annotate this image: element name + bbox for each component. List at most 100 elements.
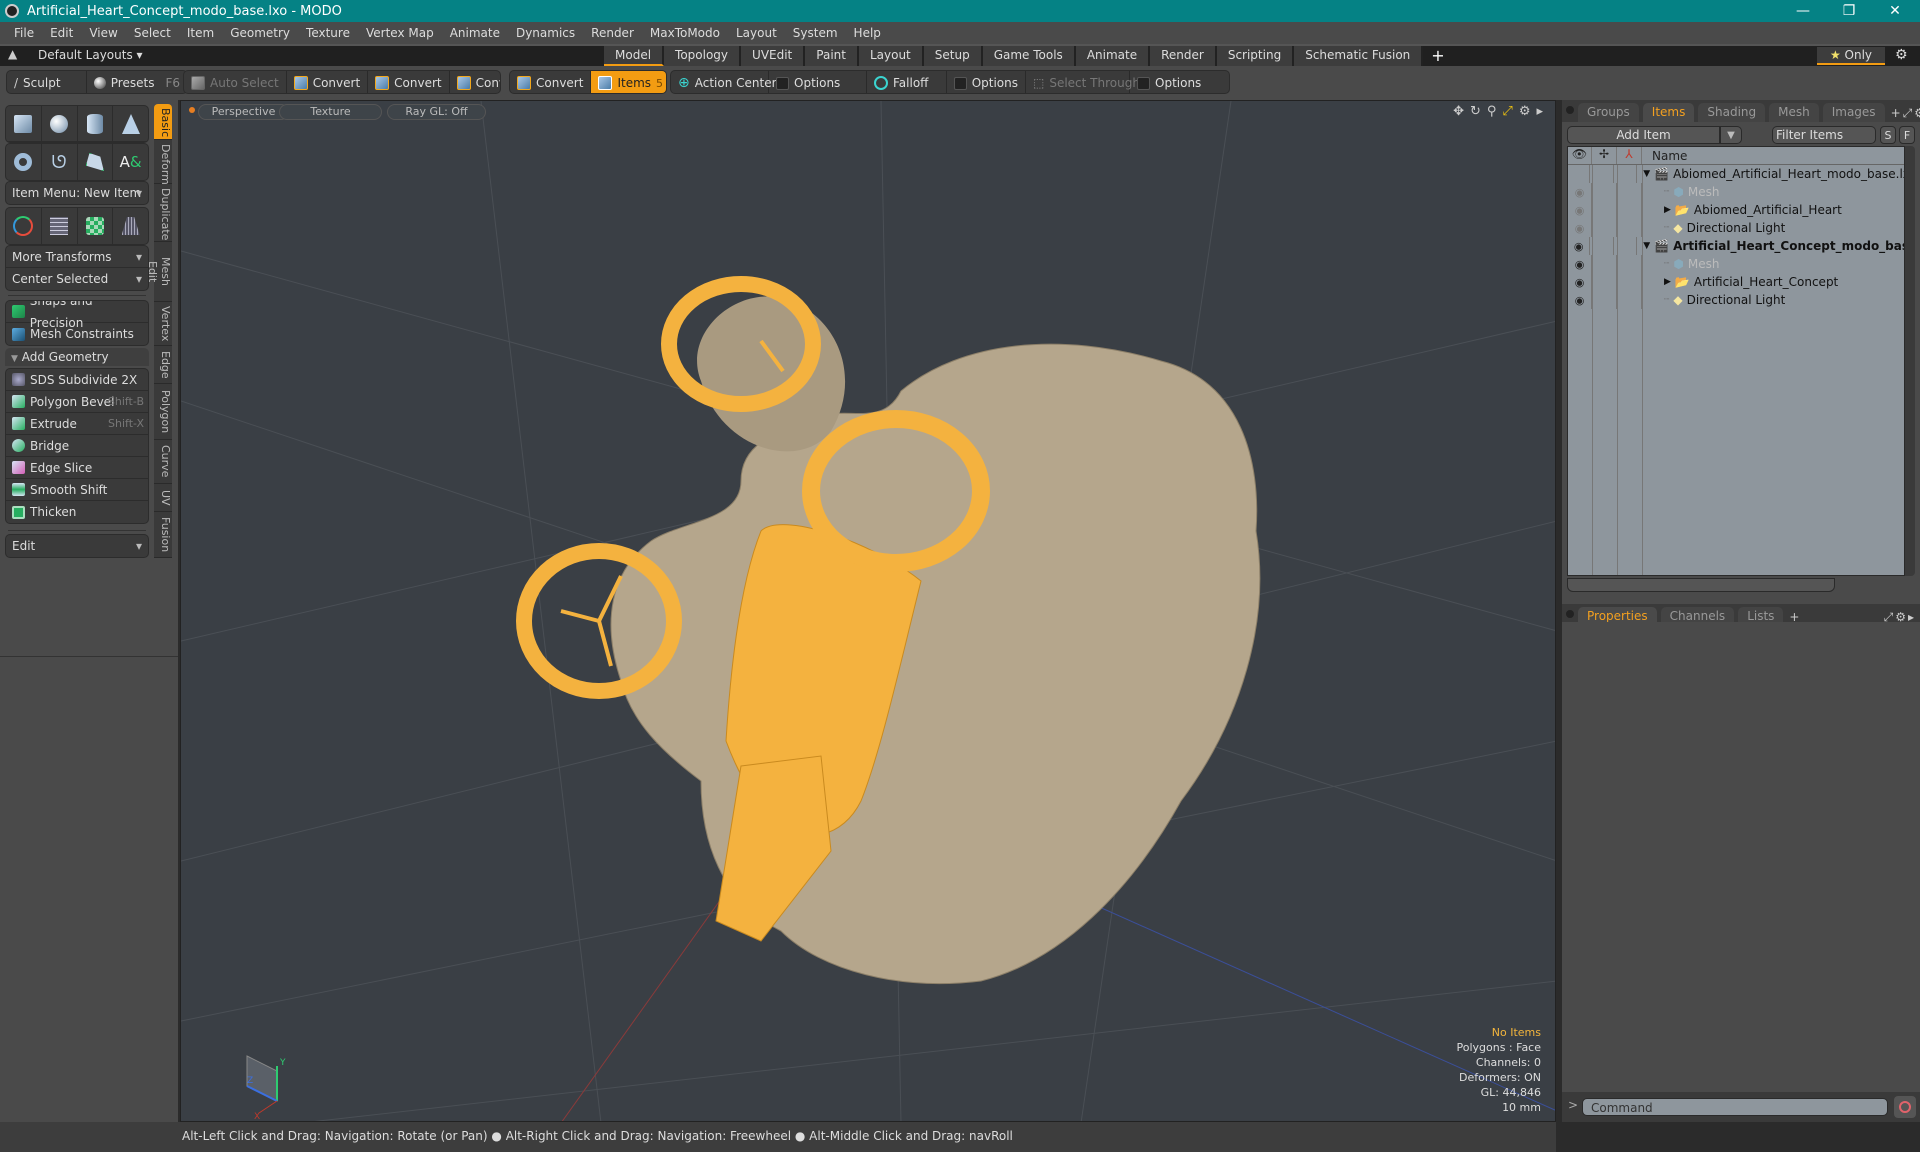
vtab-polygon[interactable]: Polygon <box>154 384 172 440</box>
thicken-button[interactable]: Thicken <box>6 501 148 523</box>
visibility-eye-icon[interactable]: ◉ <box>1574 240 1584 253</box>
render-column-icon[interactable]: ⅄ <box>1617 147 1642 164</box>
menu-vertex-map[interactable]: Vertex Map <box>358 26 442 40</box>
visibility-eye-icon[interactable]: ◉ <box>1575 222 1585 235</box>
menu-layout[interactable]: Layout <box>728 26 785 40</box>
text-tool-button[interactable]: A& <box>113 144 148 180</box>
shading-texture-button[interactable]: Texture <box>279 104 382 120</box>
f-button[interactable]: F <box>1899 126 1915 144</box>
tab-animate[interactable]: Animate <box>1075 46 1151 66</box>
visibility-eye-icon[interactable]: ◉ <box>1575 204 1585 217</box>
vtab-edge[interactable]: Edge <box>154 346 172 384</box>
auto-select-button[interactable]: Auto Select <box>184 71 287 93</box>
tree-row[interactable]: ◉ ┈ ⬢ Mesh <box>1568 255 1904 273</box>
vtab-mesh-edit[interactable]: Mesh Edit <box>146 242 172 302</box>
more-transforms-dropdown[interactable]: More Transforms <box>6 246 148 268</box>
restore-button[interactable]: ❐ <box>1826 0 1872 22</box>
panel-menu-dot-icon[interactable] <box>1566 106 1574 114</box>
expand-up-icon[interactable]: ▲ <box>8 47 17 61</box>
view-perspective-button[interactable]: Perspective <box>198 104 289 120</box>
convert-polygons-button[interactable]: Convert <box>450 71 500 93</box>
expand-arrow-icon[interactable]: ▶ <box>1664 277 1671 287</box>
sds-subdivide-button[interactable]: SDS Subdivide 2X <box>6 369 148 391</box>
smooth-shift-button[interactable]: Smooth Shift <box>6 479 148 501</box>
tab-items[interactable]: Items <box>1642 103 1695 122</box>
item-list-vertical-scrollbar[interactable] <box>1905 146 1915 576</box>
vtab-vertex[interactable]: Vertex <box>154 302 172 346</box>
tab-paint[interactable]: Paint <box>805 46 859 66</box>
extrude-button[interactable]: Extrude Shift-X <box>6 413 148 435</box>
convert-edges-button[interactable]: Convert <box>368 71 450 93</box>
tab-model[interactable]: Model <box>604 46 665 66</box>
menu-edit[interactable]: Edit <box>42 26 81 40</box>
expand-arrow-icon[interactable]: ▸ <box>1536 104 1543 119</box>
viewport-menu-dot-icon[interactable] <box>189 107 195 113</box>
select-through-button[interactable]: ⬚ Select Through <box>1026 71 1140 93</box>
tab-shading[interactable]: Shading <box>1698 103 1766 122</box>
action-center-button[interactable]: ⊕ Action Center <box>671 71 777 93</box>
menu-render[interactable]: Render <box>583 26 642 40</box>
gear-icon[interactable]: ⚙ <box>1895 47 1908 63</box>
visibility-eye-icon[interactable]: ◉ <box>1575 258 1585 271</box>
visibility-eye-icon[interactable]: ◉ <box>1575 294 1585 307</box>
command-input[interactable]: Command <box>1582 1098 1888 1116</box>
items-mode-button[interactable]: Items 5 <box>591 71 666 93</box>
tab-scripting[interactable]: Scripting <box>1216 46 1295 66</box>
add-item-button[interactable]: Add Item <box>1567 126 1720 144</box>
convert-materials-button[interactable]: Convert <box>510 71 592 93</box>
menu-view[interactable]: View <box>81 26 125 40</box>
capsule-primitive-button[interactable]: ᘎ <box>42 144 78 180</box>
maximize-panel-icon[interactable]: ⤢ <box>1903 104 1913 122</box>
tab-setup[interactable]: Setup <box>923 46 983 66</box>
center-selected-dropdown[interactable]: Center Selected <box>6 268 148 290</box>
taper-button[interactable] <box>113 208 148 244</box>
panel-menu-dot-icon[interactable] <box>1566 610 1574 618</box>
3d-viewport[interactable]: Y Z X Perspective Texture Ray GL: Off ✥ … <box>180 100 1556 1122</box>
name-column-header[interactable]: Name <box>1642 147 1687 164</box>
lock-column-icon[interactable]: ✢ <box>1592 147 1617 164</box>
tab-uvedit[interactable]: UVEdit <box>741 46 806 66</box>
viewport-gear-icon[interactable]: ⚙ <box>1519 104 1531 119</box>
mesh-constraints-button[interactable]: Mesh Constraints <box>6 323 148 345</box>
polygon-bevel-button[interactable]: Polygon Bevel Shift-B <box>6 391 148 413</box>
cylinder-primitive-button[interactable] <box>78 106 114 141</box>
menu-maxtomodo[interactable]: MaxToModo <box>642 26 728 40</box>
only-toggle[interactable]: ★ Only <box>1817 47 1885 65</box>
tab-groups[interactable]: Groups <box>1578 103 1639 122</box>
sculpt-button[interactable]: / Sculpt <box>7 71 87 93</box>
edge-slice-button[interactable]: Edge Slice <box>6 457 148 479</box>
sphere-primitive-button[interactable] <box>42 106 78 141</box>
tab-schematic-fusion[interactable]: Schematic Fusion <box>1294 46 1424 66</box>
pen-tool-button[interactable] <box>78 144 114 180</box>
uv-button[interactable] <box>78 208 114 244</box>
vtab-basic[interactable]: Basic <box>154 104 172 140</box>
edit-dropdown[interactable]: Edit <box>6 535 148 557</box>
vtab-fusion[interactable]: Fusion <box>154 512 172 558</box>
tab-mesh[interactable]: Mesh ... <box>1769 103 1819 137</box>
maximize-icon[interactable]: ⤢ <box>1502 104 1512 119</box>
minimize-button[interactable]: — <box>1780 0 1826 22</box>
visibility-eye-icon[interactable]: ◉ <box>1575 186 1585 199</box>
select-through-options-button[interactable]: Options <box>1130 71 1229 93</box>
tab-images[interactable]: Images <box>1822 103 1885 122</box>
tree-row[interactable]: ◉ ┈ ◆ Directional Light <box>1568 219 1904 237</box>
close-button[interactable]: ✕ <box>1872 0 1918 22</box>
action-center-options-button[interactable]: Options <box>769 71 867 93</box>
s-button[interactable]: S <box>1880 126 1896 144</box>
presets-button[interactable]: Presets F6 <box>87 71 187 93</box>
deform-button[interactable] <box>42 208 78 244</box>
bridge-button[interactable]: Bridge <box>6 435 148 457</box>
tab-layout[interactable]: Layout <box>858 46 924 66</box>
visibility-eye-icon[interactable]: ◉ <box>1575 276 1585 289</box>
cube-primitive-button[interactable] <box>6 106 42 141</box>
tab-game-tools[interactable]: Game Tools <box>982 46 1076 66</box>
filter-items-input[interactable]: Filter Items <box>1772 126 1876 144</box>
menu-help[interactable]: Help <box>846 26 889 40</box>
tree-row[interactable]: ◉ ┈ ⬢ Mesh <box>1568 183 1904 201</box>
menu-texture[interactable]: Texture <box>298 26 358 40</box>
menu-select[interactable]: Select <box>126 26 179 40</box>
rotate-icon[interactable]: ↻ <box>1470 104 1481 119</box>
tree-row[interactable]: ◉ ┈ ◆ Directional Light <box>1568 291 1904 309</box>
expand-arrow-icon[interactable]: ▶ <box>1664 205 1671 215</box>
raygl-button[interactable]: Ray GL: Off <box>387 104 486 120</box>
